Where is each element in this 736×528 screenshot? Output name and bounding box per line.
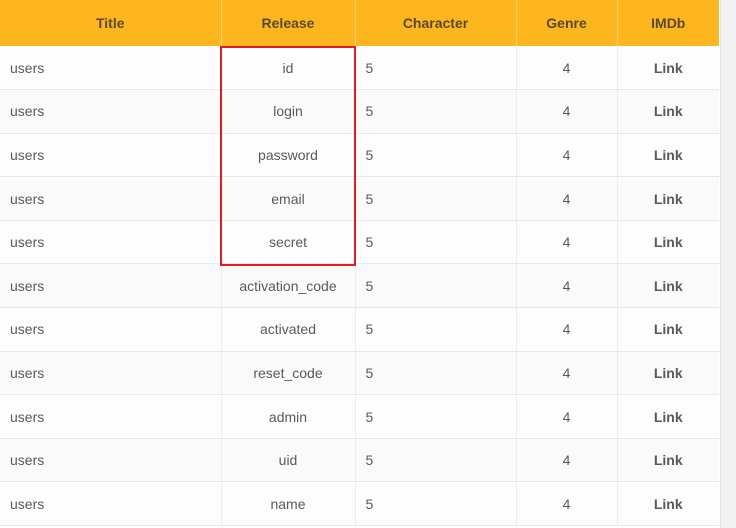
results-table: Title Release Character Genre IMDb users… [0,0,719,527]
cell-character: 5 [355,351,517,396]
imdb-link[interactable]: Link [654,365,683,381]
cell-title: users [0,438,222,483]
vertical-scrollbar[interactable] [720,0,736,528]
table-row: users email 5 4 Link [0,176,719,221]
cell-genre: 4 [516,351,618,396]
cell-release: password [221,133,356,178]
table-row: users name 5 4 Link [0,481,719,527]
table-row: users reset_code 5 4 Link [0,351,719,396]
cell-title: users [0,46,222,91]
imdb-link[interactable]: Link [654,496,683,512]
table-header-row: Title Release Character Genre IMDb [0,0,719,46]
imdb-link[interactable]: Link [654,103,683,119]
cell-character: 5 [355,307,517,352]
cell-imdb: Link [617,89,719,134]
column-header-genre[interactable]: Genre [516,0,618,46]
cell-imdb: Link [617,133,719,178]
cell-release: name [221,481,356,527]
cell-character: 5 [355,176,517,221]
cell-release: uid [221,438,356,483]
imdb-link[interactable]: Link [654,452,683,468]
cell-genre: 4 [516,307,618,352]
cell-release: login [221,89,356,134]
cell-release: email [221,176,356,221]
cell-title: users [0,481,222,527]
cell-genre: 4 [516,133,618,178]
cell-title: users [0,220,222,265]
cell-character: 5 [355,394,517,439]
imdb-link[interactable]: Link [654,409,683,425]
cell-release: secret [221,220,356,265]
cell-character: 5 [355,481,517,527]
cell-imdb: Link [617,263,719,309]
cell-imdb: Link [617,481,719,527]
cell-title: users [0,394,222,439]
cell-imdb: Link [617,438,719,483]
cell-character: 5 [355,438,517,483]
cell-title: users [0,176,222,221]
cell-character: 5 [355,263,517,309]
cell-genre: 4 [516,481,618,527]
cell-imdb: Link [617,176,719,221]
table-row: users password 5 4 Link [0,133,719,178]
cell-imdb: Link [617,394,719,439]
table-body: users id 5 4 Link users login 5 4 Link users passwo… [0,46,719,527]
cell-release: reset_code [221,351,356,396]
cell-character: 5 [355,220,517,265]
cell-genre: 4 [516,438,618,483]
column-header-character[interactable]: Character [355,0,517,46]
table-row: users activation_code 5 4 Link [0,263,719,309]
table-row: users login 5 4 Link [0,89,719,134]
cell-character: 5 [355,46,517,91]
cell-imdb: Link [617,46,719,91]
table-row: users uid 5 4 Link [0,438,719,483]
table-row: users id 5 4 Link [0,46,719,91]
cell-genre: 4 [516,46,618,91]
cell-release: admin [221,394,356,439]
cell-character: 5 [355,133,517,178]
cell-genre: 4 [516,394,618,439]
cell-release: id [221,46,356,91]
imdb-link[interactable]: Link [654,234,683,250]
cell-genre: 4 [516,263,618,309]
cell-imdb: Link [617,220,719,265]
cell-genre: 4 [516,176,618,221]
imdb-link[interactable]: Link [654,321,683,337]
cell-character: 5 [355,89,517,134]
imdb-link[interactable]: Link [654,60,683,76]
column-header-imdb[interactable]: IMDb [617,0,719,46]
cell-imdb: Link [617,307,719,352]
table-row: users secret 5 4 Link [0,220,719,265]
imdb-link[interactable]: Link [654,147,683,163]
cell-genre: 4 [516,220,618,265]
cell-genre: 4 [516,89,618,134]
cell-title: users [0,307,222,352]
cell-title: users [0,351,222,396]
cell-release: activation_code [221,263,356,309]
cell-title: users [0,263,222,309]
imdb-link[interactable]: Link [654,278,683,294]
cell-title: users [0,133,222,178]
cell-imdb: Link [617,351,719,396]
table-row: users admin 5 4 Link [0,394,719,439]
cell-release: activated [221,307,356,352]
cell-title: users [0,89,222,134]
imdb-link[interactable]: Link [654,191,683,207]
table-row: users activated 5 4 Link [0,307,719,352]
column-header-title[interactable]: Title [0,0,222,46]
column-header-release[interactable]: Release [221,0,356,46]
